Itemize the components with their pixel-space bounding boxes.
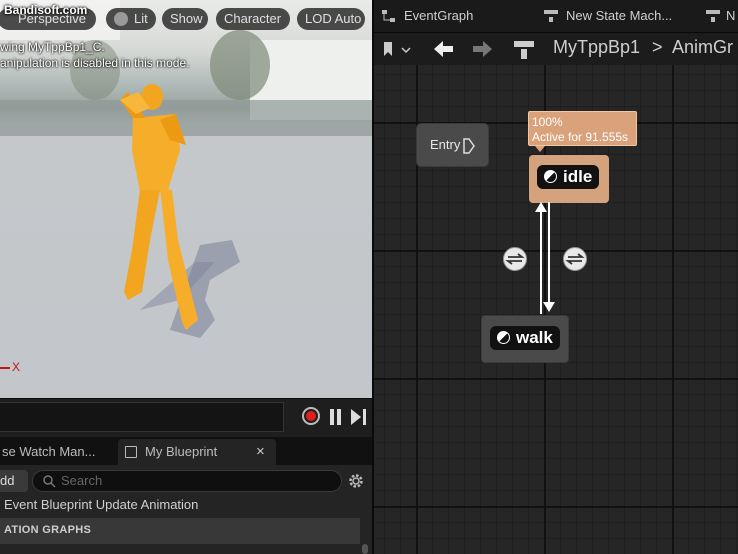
state-icon [544,170,557,183]
section-header-label: ATION GRAPHS [4,524,92,536]
settings-button[interactable] [347,472,365,490]
state-node-walk[interactable]: walk [481,315,569,363]
transition-glyph [565,253,585,265]
pause-icon-bar [337,409,341,425]
arrow-right-icon [473,41,492,57]
arrow-left-icon [434,41,453,57]
watermark: Bandisoft.com [4,3,88,17]
breadcrumb-anim-graph[interactable]: AnimGr [672,37,733,58]
search-input[interactable]: Search [32,470,342,492]
section-header-animation-graphs[interactable]: ATION GRAPHS [0,518,360,544]
axis-x-label: X [12,360,21,374]
show-button[interactable]: Show [162,8,208,30]
animation-viewport[interactable]: X Perspective Lit Show Character LOD Aut… [0,0,372,398]
list-item-event-update-animation[interactable]: Event Blueprint Update Animation [4,497,198,512]
transition-rule-idle-to-walk-icon[interactable] [563,247,587,271]
timeline-scrubber[interactable] [0,402,284,432]
search-icon [43,475,56,488]
tab-pose-watch-label: se Watch Man... [2,444,96,459]
viewport-info-line1: wing MyTppBp1_C. [0,40,105,54]
tab-my-blueprint[interactable]: My Blueprint × [118,439,276,465]
graph-icon [382,10,395,22]
transition-arrows [535,202,555,314]
state-node-idle-body: idle [537,165,599,189]
tooltip-percent: 100% [532,115,563,129]
state-node-idle[interactable]: idle [529,155,609,203]
transition-rule-walk-to-idle-icon[interactable] [503,247,527,271]
character-label: Character [224,11,282,26]
gear-icon [349,474,363,488]
tab-event-graph[interactable]: EventGraph [382,0,473,32]
entry-node[interactable]: Entry [416,123,489,167]
step-forward-icon [351,409,366,425]
playback-bar [0,398,372,437]
state-machine-icon [544,10,558,22]
tab-state-machine[interactable]: New State Mach... [544,0,672,32]
state-active-tooltip: 100% Active for 91.555s [528,111,637,146]
back-button[interactable] [432,39,456,59]
forward-button[interactable] [470,39,494,59]
tab-event-graph-label: EventGraph [404,8,474,23]
record-icon [306,411,316,421]
entry-output-pin-icon[interactable] [463,138,475,154]
state-machine-icon [706,10,720,22]
bookmark-icon [384,42,411,56]
pause-button[interactable] [329,409,343,425]
close-tab-icon[interactable]: × [256,439,265,465]
lit-label: Lit [134,11,148,26]
search-placeholder: Search [61,473,103,488]
state-machine-breadcrumb-icon [512,39,536,61]
pause-icon [330,409,334,425]
breadcrumb-separator: > [652,37,663,57]
tab-overflow[interactable]: N [706,0,735,32]
step-forward-button[interactable] [350,409,368,425]
graph-breadcrumb-bar: MyTppBp1 > AnimGr [374,33,738,65]
tooltip-active-time: Active for 91.555s [532,130,629,144]
bottom-tab-bar: se Watch Man... My Blueprint × [0,437,372,465]
viewport-info-line2: anipulation is disabled in this mode. [0,56,190,70]
show-label: Show [170,11,203,26]
transition-glyph [505,253,525,265]
entry-node-label: Entry [430,137,461,152]
add-button-label: dd [0,473,15,488]
record-button[interactable] [302,407,320,425]
panel-scrollbar[interactable] [362,544,368,554]
lod-button[interactable]: LOD Auto [297,8,365,30]
breadcrumb-blueprint[interactable]: MyTppBp1 [553,37,640,58]
state-node-idle-label: idle [563,167,593,186]
state-node-walk-label: walk [516,328,553,347]
state-node-walk-body: walk [490,326,560,350]
bookmark-button[interactable] [382,41,416,59]
graph-tab-bar: EventGraph New State Mach... N [374,0,738,33]
add-button[interactable]: dd [0,470,28,492]
tab-overflow-label: N [726,8,736,23]
tab-state-machine-label: New State Mach... [566,8,673,23]
state-icon [497,331,510,344]
lit-mode-icon [114,12,128,26]
tooltip-pointer [535,146,545,152]
tab-pose-watch-manager[interactable]: se Watch Man... [0,439,112,465]
lod-label: LOD Auto [305,11,362,26]
lit-button[interactable]: Lit [106,8,156,30]
tab-my-blueprint-label: My Blueprint [145,444,218,459]
character-button[interactable]: Character [216,8,290,30]
book-icon [125,446,137,458]
